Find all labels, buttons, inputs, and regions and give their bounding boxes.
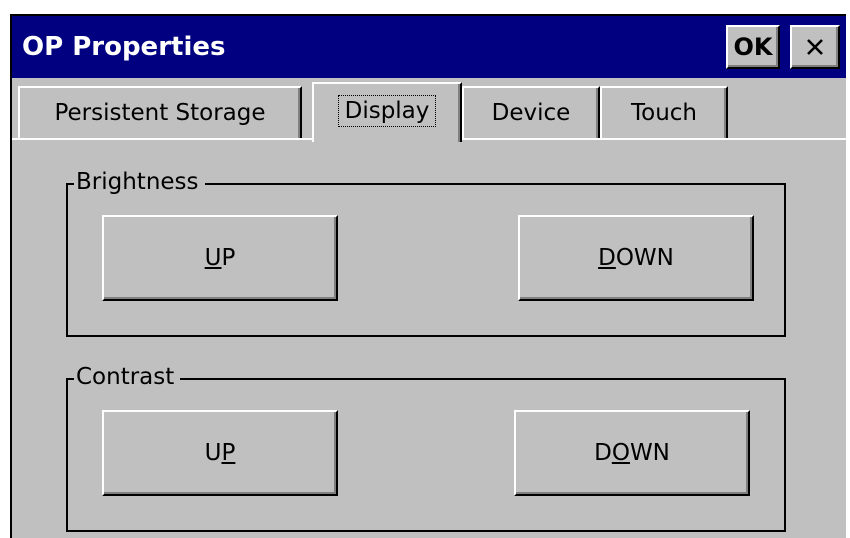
- ok-button[interactable]: OK: [726, 25, 780, 69]
- brightness-group: Brightness UP D OWN: [66, 167, 786, 337]
- button-text: P: [221, 245, 236, 271]
- tab-label: Device: [491, 100, 571, 126]
- mnemonic-letter: U: [204, 245, 222, 271]
- close-button[interactable]: [790, 25, 840, 69]
- tab-persistent-storage[interactable]: Persistent Storage: [18, 86, 302, 138]
- button-text: U: [204, 440, 222, 466]
- tab-label: Persistent Storage: [54, 100, 266, 126]
- tab-strip: Persistent Storage Display Device Touch: [12, 78, 846, 142]
- tab-label: Touch: [630, 100, 697, 126]
- tab-touch[interactable]: Touch: [600, 86, 728, 138]
- brightness-down-button[interactable]: D OWN: [518, 215, 754, 301]
- mnemonic-letter: O: [611, 440, 630, 466]
- brightness-group-label: Brightness: [74, 167, 205, 197]
- op-properties-window: OP Properties OK Persistent Storage Disp…: [10, 14, 846, 538]
- contrast-group: Contrast UP D O WN: [66, 362, 786, 532]
- window-title: OP Properties: [22, 32, 226, 62]
- mnemonic-letter: D: [598, 245, 616, 271]
- contrast-group-label: Contrast: [74, 362, 181, 392]
- button-text: D: [594, 440, 612, 466]
- tab-display[interactable]: Display: [312, 82, 462, 142]
- close-icon: [807, 39, 823, 55]
- contrast-down-button[interactable]: D O WN: [514, 410, 750, 496]
- contrast-up-button[interactable]: UP: [102, 410, 338, 496]
- mnemonic-letter: P: [221, 440, 236, 466]
- button-text: WN: [629, 440, 670, 466]
- tab-label: Display: [337, 95, 437, 127]
- title-bar: OP Properties OK: [12, 16, 846, 78]
- brightness-up-button[interactable]: UP: [102, 215, 338, 301]
- button-text: OWN: [615, 245, 674, 271]
- tab-device[interactable]: Device: [462, 86, 600, 138]
